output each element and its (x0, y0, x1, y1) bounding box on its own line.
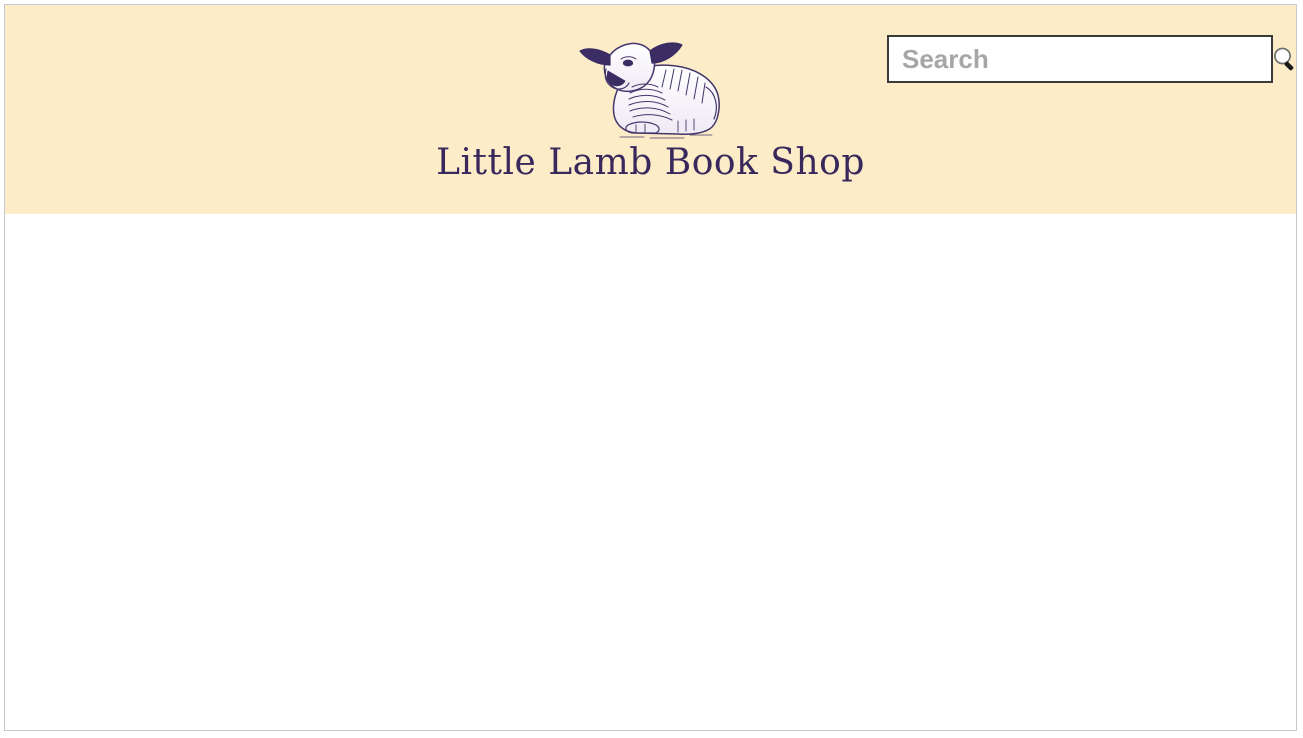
page-frame: Little Lamb Book Shop (4, 4, 1297, 731)
magnifying-glass-icon (1274, 47, 1294, 71)
lamb-engraving-icon (578, 42, 720, 139)
search-bar[interactable] (887, 35, 1294, 83)
site-header: Little Lamb Book Shop (5, 5, 1296, 214)
search-input[interactable] (889, 37, 1262, 81)
main-content-area (5, 214, 1296, 730)
brand-block[interactable]: Little Lamb Book Shop (5, 5, 1296, 186)
brand-title: Little Lamb Book Shop (436, 142, 865, 183)
search-submit-button[interactable] (1262, 37, 1296, 81)
